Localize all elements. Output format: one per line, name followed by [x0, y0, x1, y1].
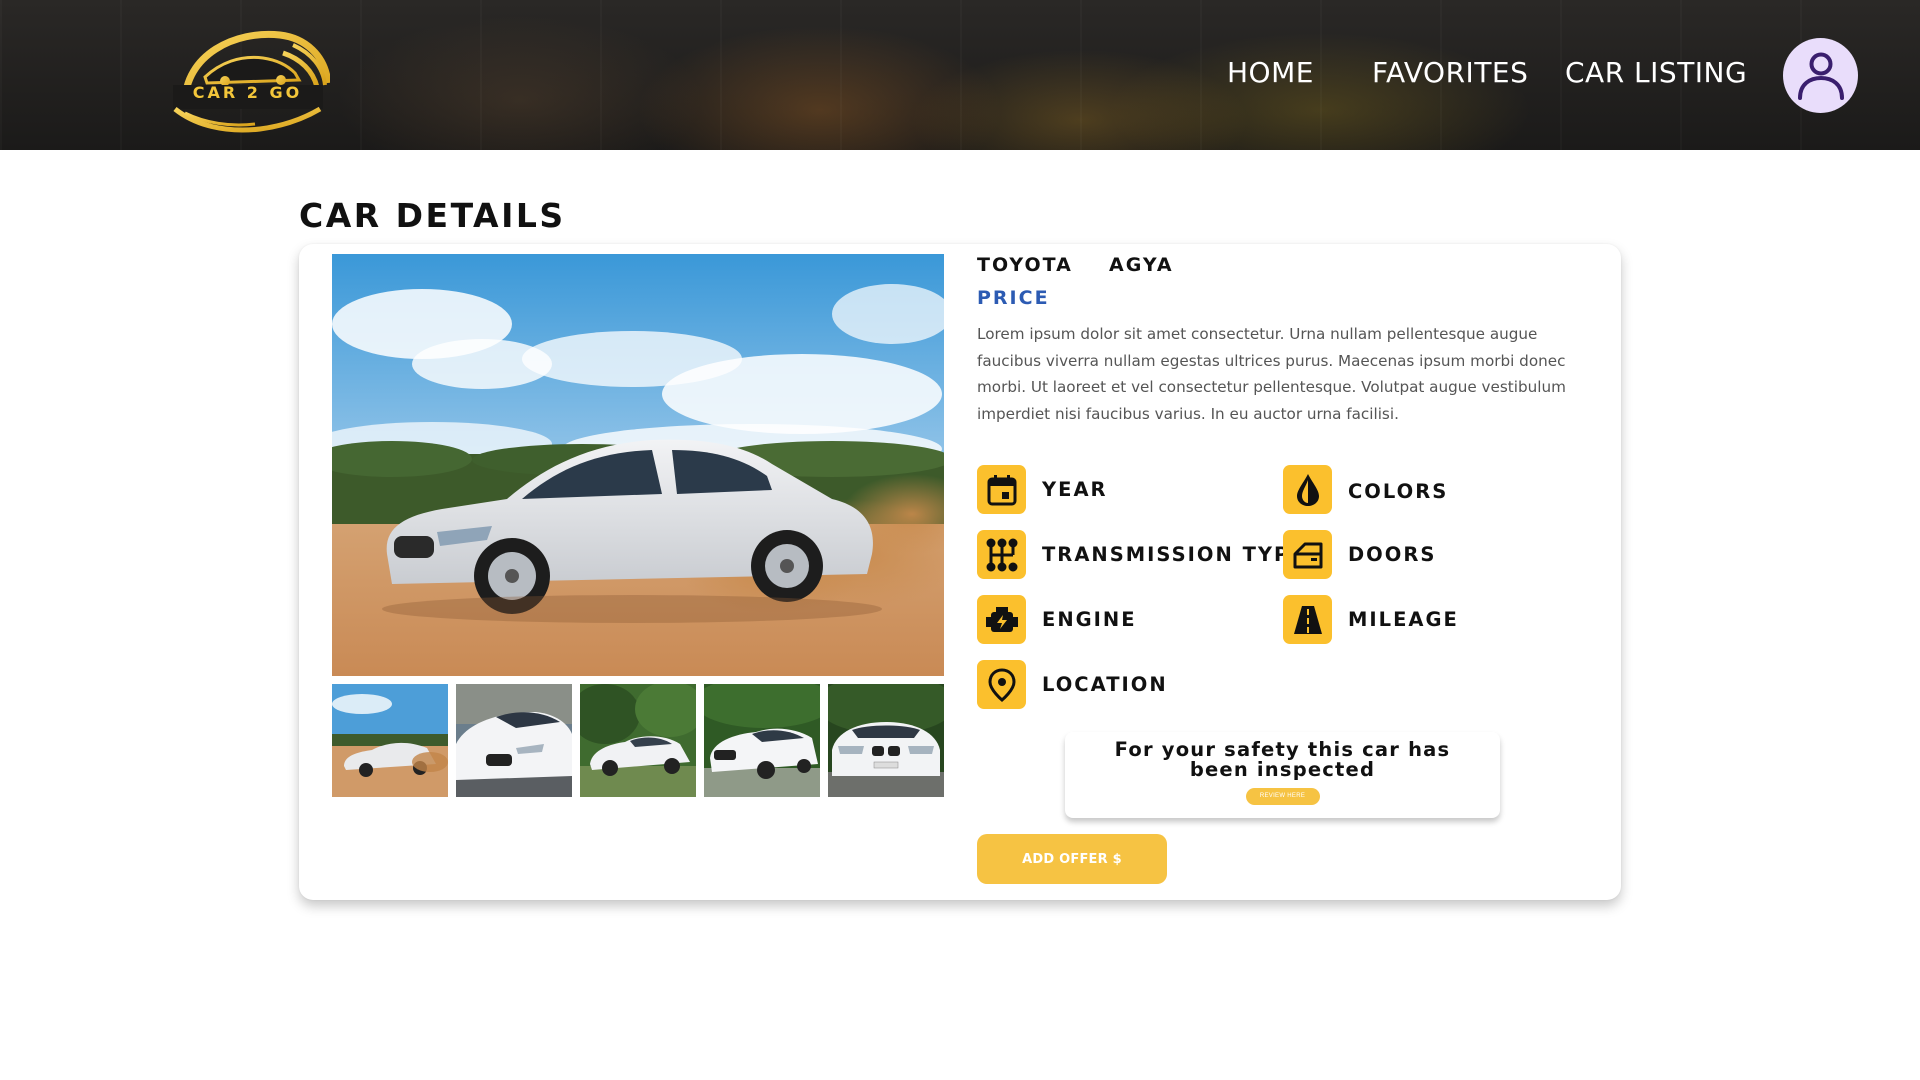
gallery-thumbnail[interactable] — [828, 684, 944, 797]
user-avatar-button[interactable] — [1783, 38, 1858, 113]
review-here-button[interactable]: REVIEW HERE — [1245, 788, 1320, 805]
road-icon — [1283, 595, 1332, 644]
spec-engine-label: ENGINE — [1042, 608, 1137, 631]
page-title: CAR DETAILS — [299, 196, 566, 235]
car-make: TOYOTA — [977, 254, 1073, 276]
spec-mileage: MILEAGE — [1283, 595, 1459, 644]
spec-doors-label: DOORS — [1348, 543, 1437, 566]
calendar-icon — [977, 465, 1026, 514]
gallery-thumbnail[interactable] — [332, 684, 448, 797]
nav-favorites[interactable]: FAVORITES — [1372, 56, 1528, 89]
gallery-thumbnail[interactable] — [580, 684, 696, 797]
drop-icon — [1283, 465, 1332, 514]
nav-home[interactable]: HOME — [1227, 56, 1314, 89]
safety-message: For your safety this car has been inspec… — [1114, 738, 1451, 781]
location-pin-icon — [977, 660, 1026, 709]
spec-year-label: YEAR — [1042, 478, 1108, 501]
main-car-photo — [332, 254, 944, 676]
add-offer-button[interactable]: ADD OFFER $ — [977, 834, 1167, 884]
spec-mileage-label: MILEAGE — [1348, 608, 1459, 631]
safety-inspection-box: For your safety this car has been inspec… — [1065, 732, 1500, 818]
spec-location-label: LOCATION — [1042, 673, 1168, 696]
car-description: Lorem ipsum dolor sit amet consectetur. … — [977, 325, 1566, 423]
car-2-go-logo[interactable]: CAR 2 GO — [165, 25, 332, 135]
gallery-thumbnail[interactable] — [704, 684, 820, 797]
car-model: AGYA — [1109, 254, 1174, 276]
spec-transmission-label: TRANSMISSION TYPE — [1042, 543, 1306, 566]
car-price: PRICE — [977, 287, 1050, 309]
spec-colors-label: COLORS — [1348, 480, 1449, 503]
spec-colors: COLORS — [1283, 465, 1448, 514]
car-door-icon — [1283, 530, 1332, 579]
spec-engine: ENGINE — [977, 595, 1137, 644]
logo-text: CAR 2 GO — [192, 83, 303, 102]
spec-location: LOCATION — [977, 660, 1168, 709]
nav-car-listing[interactable]: CAR LISTING — [1565, 56, 1747, 89]
logo-graphic — [173, 30, 332, 133]
spec-doors: DOORS — [1283, 530, 1436, 579]
gearbox-icon — [977, 530, 1026, 579]
engine-icon — [977, 595, 1026, 644]
user-icon — [1797, 52, 1844, 100]
spec-year: YEAR — [977, 465, 1108, 514]
spec-transmission: TRANSMISSION TYPE — [977, 530, 1306, 579]
top-navigation-bar: CAR 2 GO HOME FAVORITES CAR LISTING — [0, 0, 1920, 150]
gallery-thumbnail[interactable] — [456, 684, 572, 797]
